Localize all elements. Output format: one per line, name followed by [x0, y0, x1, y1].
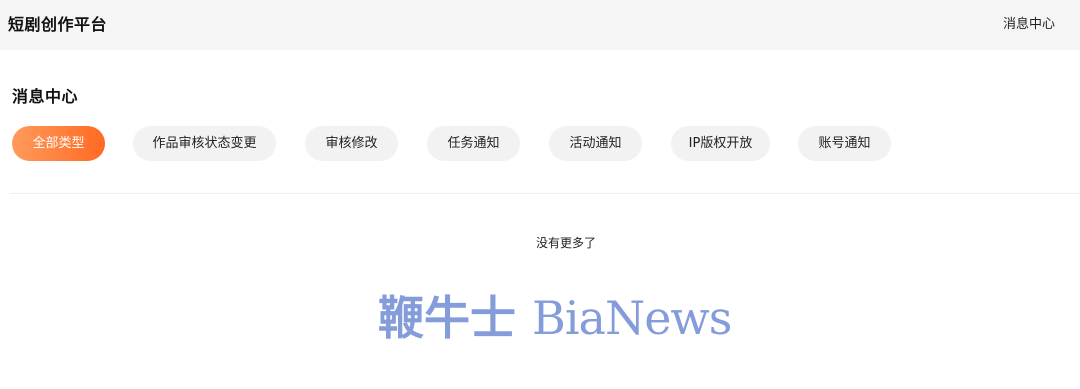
message-center-link[interactable]: 消息中心 [1003, 13, 1055, 32]
no-more-text: 没有更多了 [535, 236, 596, 250]
tab-account-notice[interactable]: 账号通知 [798, 126, 891, 161]
tab-ip-copyright[interactable]: IP版权开放 [671, 126, 770, 161]
tab-all-types[interactable]: 全部类型 [12, 126, 105, 161]
top-header-bar: 短剧创作平台 消息中心 [0, 0, 1080, 50]
watermark-en: BiaNews [532, 291, 732, 345]
tab-task-notice[interactable]: 任务通知 [427, 126, 520, 161]
app-title: 短剧创作平台 [8, 15, 108, 34]
tab-work-review-status[interactable]: 作品审核状态变更 [133, 126, 276, 161]
tab-activity-notice[interactable]: 活动通知 [549, 126, 642, 161]
divider [10, 193, 1080, 194]
tab-review-modification[interactable]: 审核修改 [305, 126, 398, 161]
watermark-cn: 鞭牛士 [378, 291, 516, 345]
message-type-tabs: 全部类型 作品审核状态变更 审核修改 任务通知 活动通知 IP版权开放 账号通知 [0, 126, 1080, 161]
bianews-watermark: 鞭牛士 BiaNews [378, 282, 732, 348]
page-title: 消息中心 [12, 87, 79, 106]
